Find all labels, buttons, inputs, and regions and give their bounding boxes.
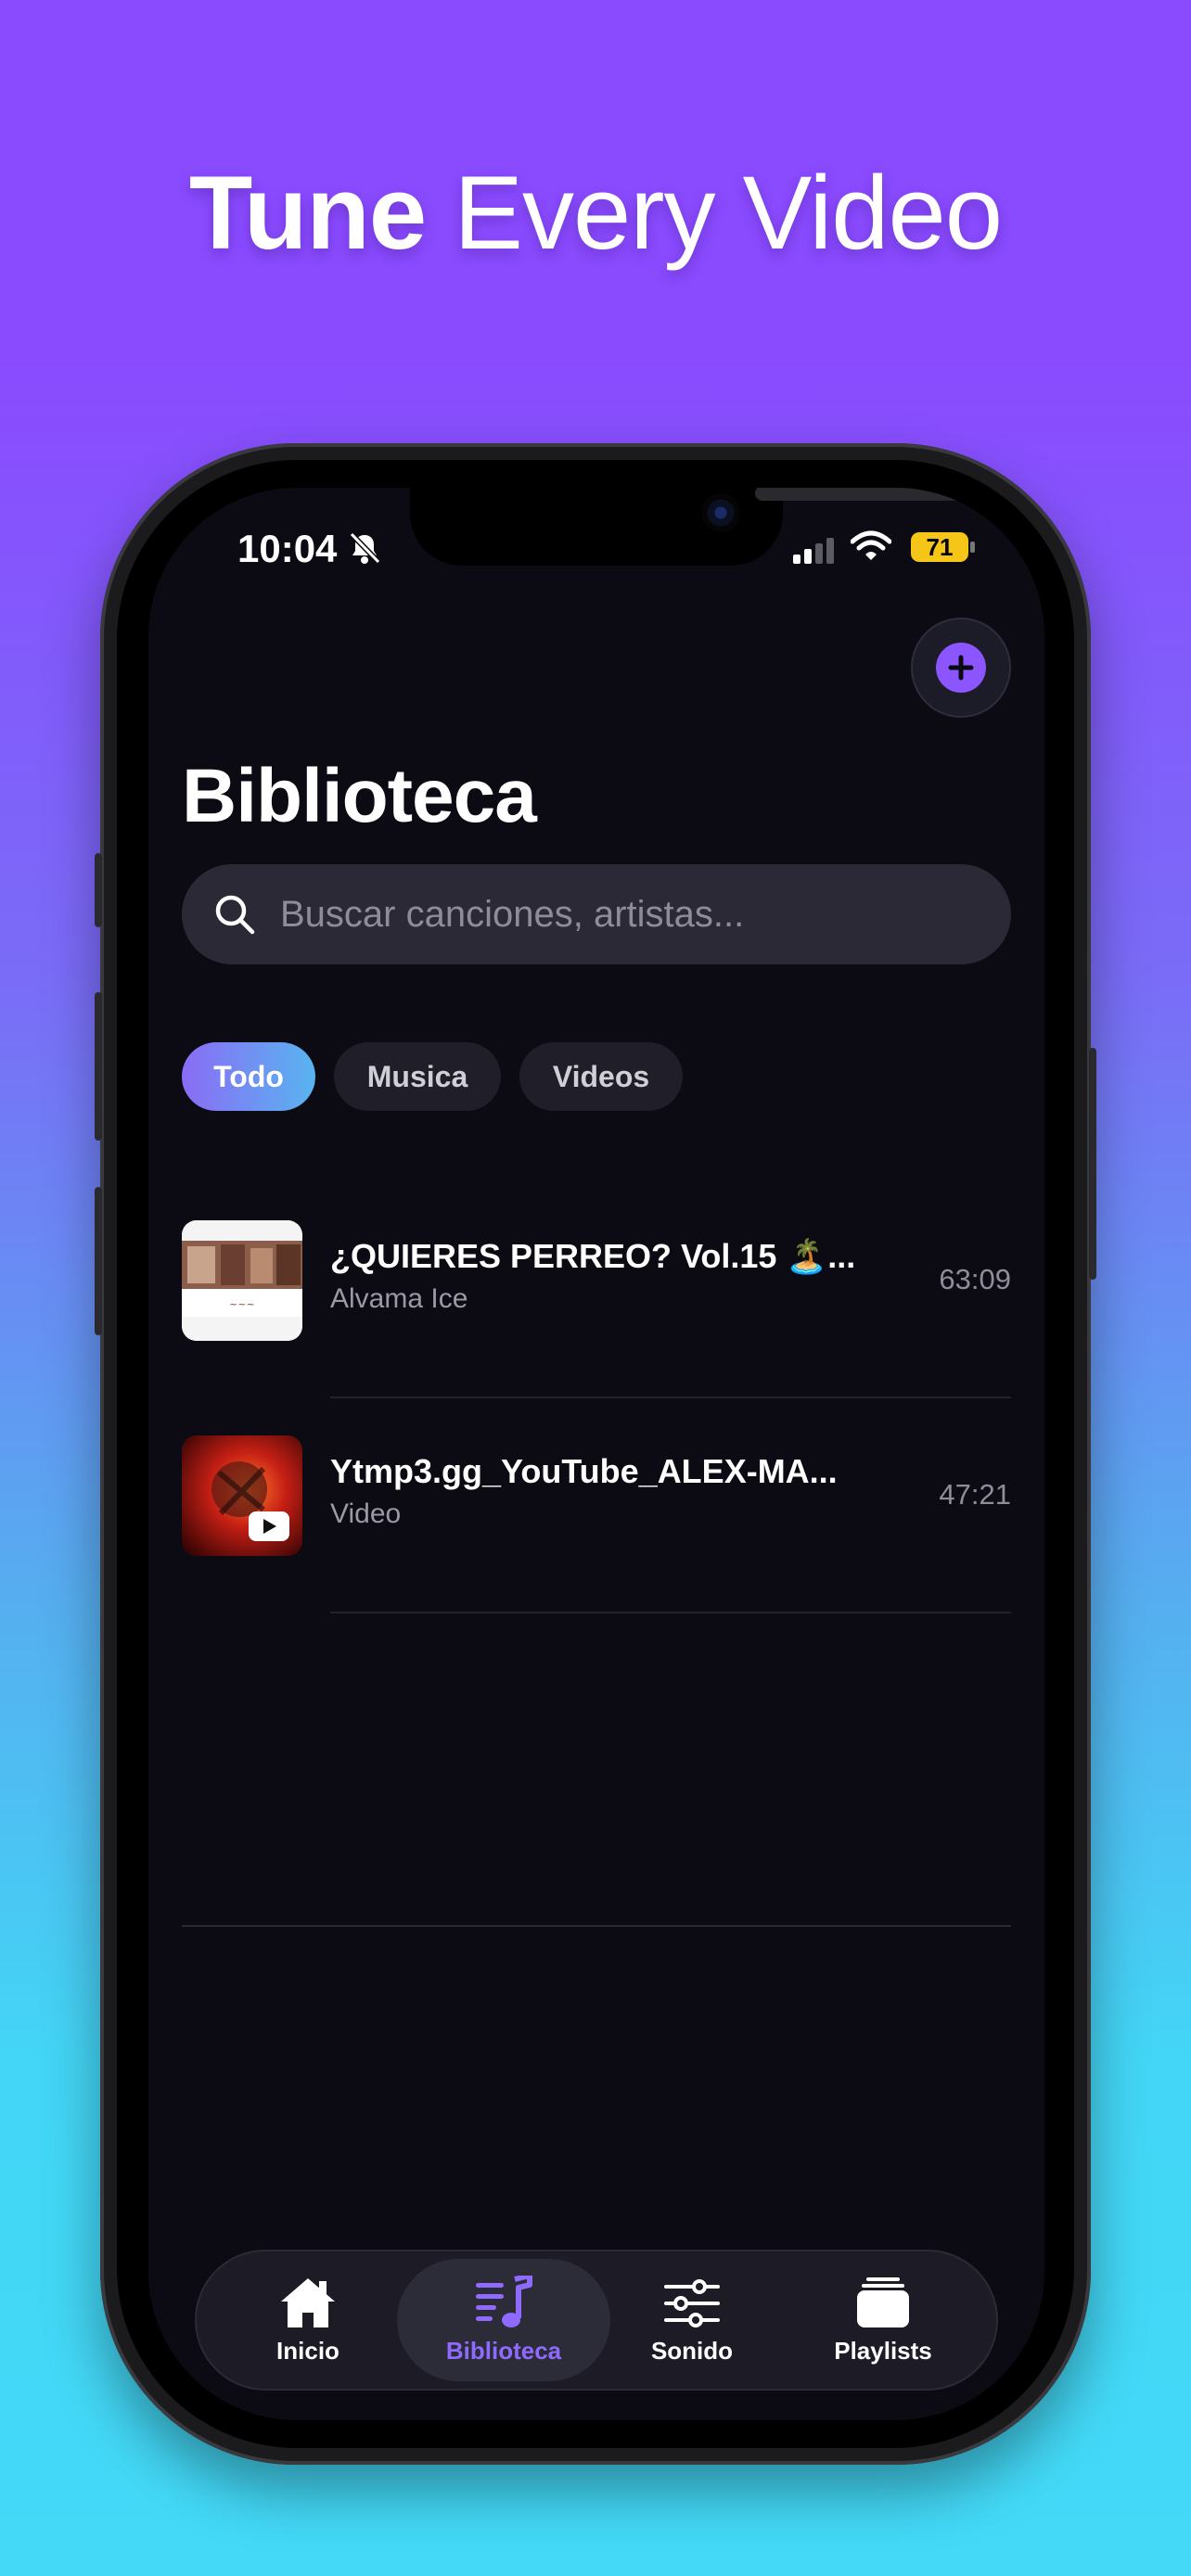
svg-text:~~~: ~~~ [229, 1298, 255, 1310]
tab-label: Sonido [650, 2336, 734, 2365]
dynamic-notch [410, 488, 963, 566]
volume-down-button [95, 1187, 102, 1335]
track-thumbnail [182, 1435, 302, 1556]
plus-icon [936, 643, 986, 693]
filter-chip-musica[interactable]: Musica [334, 1042, 501, 1111]
search-input[interactable] [280, 893, 948, 936]
add-button[interactable] [911, 618, 1011, 718]
track-row[interactable]: ~~~ ¿QUIERES PERREO? Vol.15 🏝️... Alvama… [182, 1183, 1011, 1398]
wifi-icon [851, 530, 891, 560]
signal-icon [793, 538, 834, 564]
search-icon [215, 895, 255, 935]
track-thumbnail: ~~~ [182, 1220, 302, 1341]
tab-playlists[interactable]: Playlists [781, 2251, 985, 2389]
app-screen: 10:04 71 Biblioteca Todo Musica Videos [148, 488, 1044, 2420]
battery-tip [970, 542, 975, 553]
promo-headline: Tune Every Video [0, 148, 1191, 278]
headline-regular: Every Video [454, 155, 1003, 271]
speaker-grille [755, 488, 963, 501]
music-library-icon [476, 2275, 532, 2327]
search-bar[interactable] [182, 864, 1011, 964]
track-row[interactable]: Ytmp3.gg_YouTube_ALEX-MA... Video 47:21 [182, 1398, 1011, 1613]
tab-inicio[interactable]: Inicio [206, 2251, 410, 2389]
stacked-playlists-icon [857, 2276, 909, 2327]
tab-label: Playlists [834, 2336, 932, 2365]
battery-indicator: 71 [911, 532, 968, 562]
tab-biblioteca[interactable]: Biblioteca [397, 2259, 610, 2381]
filter-chip-todo[interactable]: Todo [182, 1042, 315, 1111]
track-title: Ytmp3.gg_YouTube_ALEX-MA... [330, 1452, 838, 1490]
volume-up-button [95, 992, 102, 1141]
tab-bar: Inicio Biblioteca Sonido Playlists [195, 2250, 998, 2391]
track-duration: 63:09 [939, 1263, 1011, 1295]
action-button [95, 853, 102, 927]
tab-sonido[interactable]: Sonido [590, 2251, 794, 2389]
status-time: 10:04 [237, 527, 338, 570]
equalizer-sliders-icon [664, 2278, 720, 2327]
track-artist: Video [330, 1498, 402, 1529]
track-artist: Alvama Ice [330, 1283, 468, 1314]
row-divider [330, 1612, 1011, 1613]
side-button [1089, 1048, 1096, 1280]
headline-bold: Tune [188, 155, 427, 271]
list-divider [182, 1925, 1011, 1927]
tab-label: Biblioteca [445, 2336, 562, 2365]
filter-chip-videos[interactable]: Videos [519, 1042, 683, 1111]
home-icon [281, 2277, 335, 2327]
silent-bell-icon [349, 531, 381, 565]
track-title: ¿QUIERES PERREO? Vol.15 🏝️... [330, 1237, 856, 1275]
page-title: Biblioteca [182, 754, 537, 838]
front-camera [701, 493, 740, 532]
track-duration: 47:21 [939, 1478, 1011, 1511]
tab-label: Inicio [276, 2336, 339, 2365]
